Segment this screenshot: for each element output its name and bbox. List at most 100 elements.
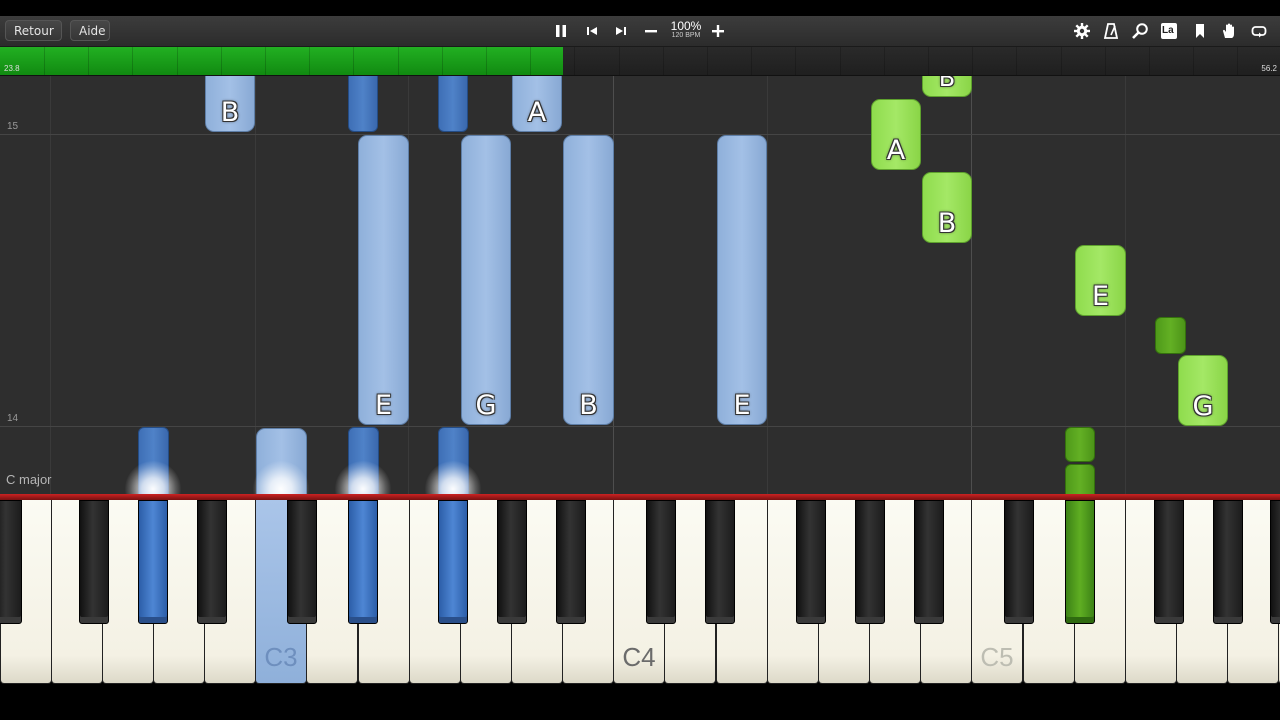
minus-icon[interactable] bbox=[641, 21, 661, 41]
black-key[interactable] bbox=[705, 500, 735, 624]
progress-tick bbox=[1105, 47, 1106, 75]
note-letter: E bbox=[733, 390, 751, 421]
falling-note bbox=[438, 76, 468, 132]
previous-icon[interactable] bbox=[582, 21, 602, 41]
black-key[interactable] bbox=[497, 500, 527, 624]
progress-tick bbox=[619, 47, 620, 75]
black-key[interactable] bbox=[1270, 500, 1280, 624]
note-letter: E bbox=[1091, 281, 1110, 312]
falling-note bbox=[1065, 427, 1095, 462]
song-progress-bar[interactable]: 23.8 56.2 bbox=[0, 47, 1280, 76]
progress-tick bbox=[486, 47, 487, 75]
bookmark-icon[interactable] bbox=[1190, 21, 1210, 41]
back-button[interactable]: Retour bbox=[5, 20, 62, 41]
measure-number: 14 bbox=[7, 413, 19, 424]
hit-glow bbox=[335, 461, 391, 494]
black-key[interactable] bbox=[197, 500, 227, 624]
progress-tick bbox=[1237, 47, 1238, 75]
falling-note: B bbox=[922, 172, 972, 243]
falling-note: A bbox=[512, 76, 562, 132]
hit-glow bbox=[125, 461, 181, 494]
measure-line bbox=[0, 134, 1280, 135]
black-key[interactable] bbox=[556, 500, 586, 624]
falling-note: B bbox=[563, 135, 614, 425]
progress-tick bbox=[574, 47, 575, 75]
falling-note: E bbox=[717, 135, 767, 425]
tempo-readout: 120 BPM bbox=[671, 32, 701, 39]
progress-tick bbox=[530, 47, 531, 75]
progress-tick bbox=[972, 47, 973, 75]
synthesia-app: Retour Aide 100% 120 BPM La 23.8 56.2 15… bbox=[0, 0, 1280, 720]
note-letter: B bbox=[579, 390, 598, 421]
progress-tick bbox=[88, 47, 89, 75]
piano-keyboard[interactable]: C3 C4 C5 bbox=[0, 494, 1280, 720]
note-letter: E bbox=[374, 390, 393, 421]
progress-tick bbox=[795, 47, 796, 75]
progress-tick bbox=[928, 47, 929, 75]
falling-notes-area: 15 14 C major B A E G B E B A B E G bbox=[0, 76, 1280, 494]
hit-glow bbox=[425, 461, 481, 494]
black-key[interactable] bbox=[646, 500, 676, 624]
progress-tick bbox=[442, 47, 443, 75]
progress-start-label: 23.8 bbox=[4, 64, 20, 73]
black-key[interactable] bbox=[855, 500, 885, 624]
note-letter: G bbox=[475, 390, 497, 421]
search-icon[interactable] bbox=[1130, 21, 1150, 41]
progress-tick bbox=[707, 47, 708, 75]
hand-icon[interactable] bbox=[1219, 21, 1239, 41]
top-toolbar: Retour Aide 100% 120 BPM La bbox=[0, 16, 1280, 47]
falling-note: B bbox=[922, 76, 972, 97]
black-key[interactable] bbox=[1004, 500, 1034, 624]
progress-tick bbox=[663, 47, 664, 75]
falling-note bbox=[348, 76, 378, 132]
black-key[interactable] bbox=[438, 500, 468, 624]
progress-tick bbox=[398, 47, 399, 75]
black-key[interactable] bbox=[348, 500, 378, 624]
zoom-readout: 100% 120 BPM bbox=[666, 19, 706, 41]
note-label-badge: La bbox=[1162, 25, 1174, 36]
black-key[interactable] bbox=[138, 500, 168, 624]
zoom-level: 100% bbox=[670, 19, 702, 33]
falling-note bbox=[1155, 317, 1186, 354]
pause-icon[interactable] bbox=[551, 21, 571, 41]
next-icon[interactable] bbox=[611, 21, 631, 41]
falling-note: B bbox=[205, 76, 255, 132]
octave-label: C5 bbox=[980, 642, 1014, 672]
note-letter: G bbox=[1192, 391, 1214, 422]
note-label-icon[interactable]: La bbox=[1159, 21, 1179, 41]
black-key[interactable] bbox=[79, 500, 109, 624]
metronome-icon[interactable] bbox=[1101, 21, 1121, 41]
progress-tick bbox=[265, 47, 266, 75]
progress-fill bbox=[0, 47, 564, 75]
progress-tick bbox=[1016, 47, 1017, 75]
falling-note: G bbox=[1178, 355, 1228, 426]
progress-tick bbox=[1061, 47, 1062, 75]
note-letter: A bbox=[886, 135, 906, 166]
black-key[interactable] bbox=[914, 500, 944, 624]
black-key[interactable] bbox=[1213, 500, 1243, 624]
plus-icon[interactable] bbox=[708, 21, 728, 41]
falling-note: E bbox=[358, 135, 409, 425]
note-letter: A bbox=[527, 97, 547, 128]
black-key[interactable] bbox=[1065, 500, 1095, 624]
falling-note: E bbox=[1075, 245, 1126, 316]
key-signature: C major bbox=[6, 472, 52, 487]
falling-note: G bbox=[461, 135, 511, 425]
progress-tick bbox=[353, 47, 354, 75]
progress-tick bbox=[1149, 47, 1150, 75]
progress-tick bbox=[44, 47, 45, 75]
progress-tick bbox=[884, 47, 885, 75]
black-key[interactable] bbox=[796, 500, 826, 624]
help-button[interactable]: Aide bbox=[70, 20, 110, 41]
black-key[interactable] bbox=[1154, 500, 1184, 624]
black-key[interactable] bbox=[287, 500, 317, 624]
progress-tick bbox=[177, 47, 178, 75]
falling-note bbox=[1065, 464, 1095, 494]
progress-tick bbox=[1193, 47, 1194, 75]
loop-icon[interactable] bbox=[1249, 21, 1269, 41]
settings-gear-icon[interactable] bbox=[1072, 21, 1092, 41]
black-key[interactable] bbox=[0, 500, 22, 624]
progress-tick bbox=[751, 47, 752, 75]
octave-label: C4 bbox=[622, 642, 656, 672]
progress-end-label: 56.2 bbox=[1261, 64, 1277, 73]
